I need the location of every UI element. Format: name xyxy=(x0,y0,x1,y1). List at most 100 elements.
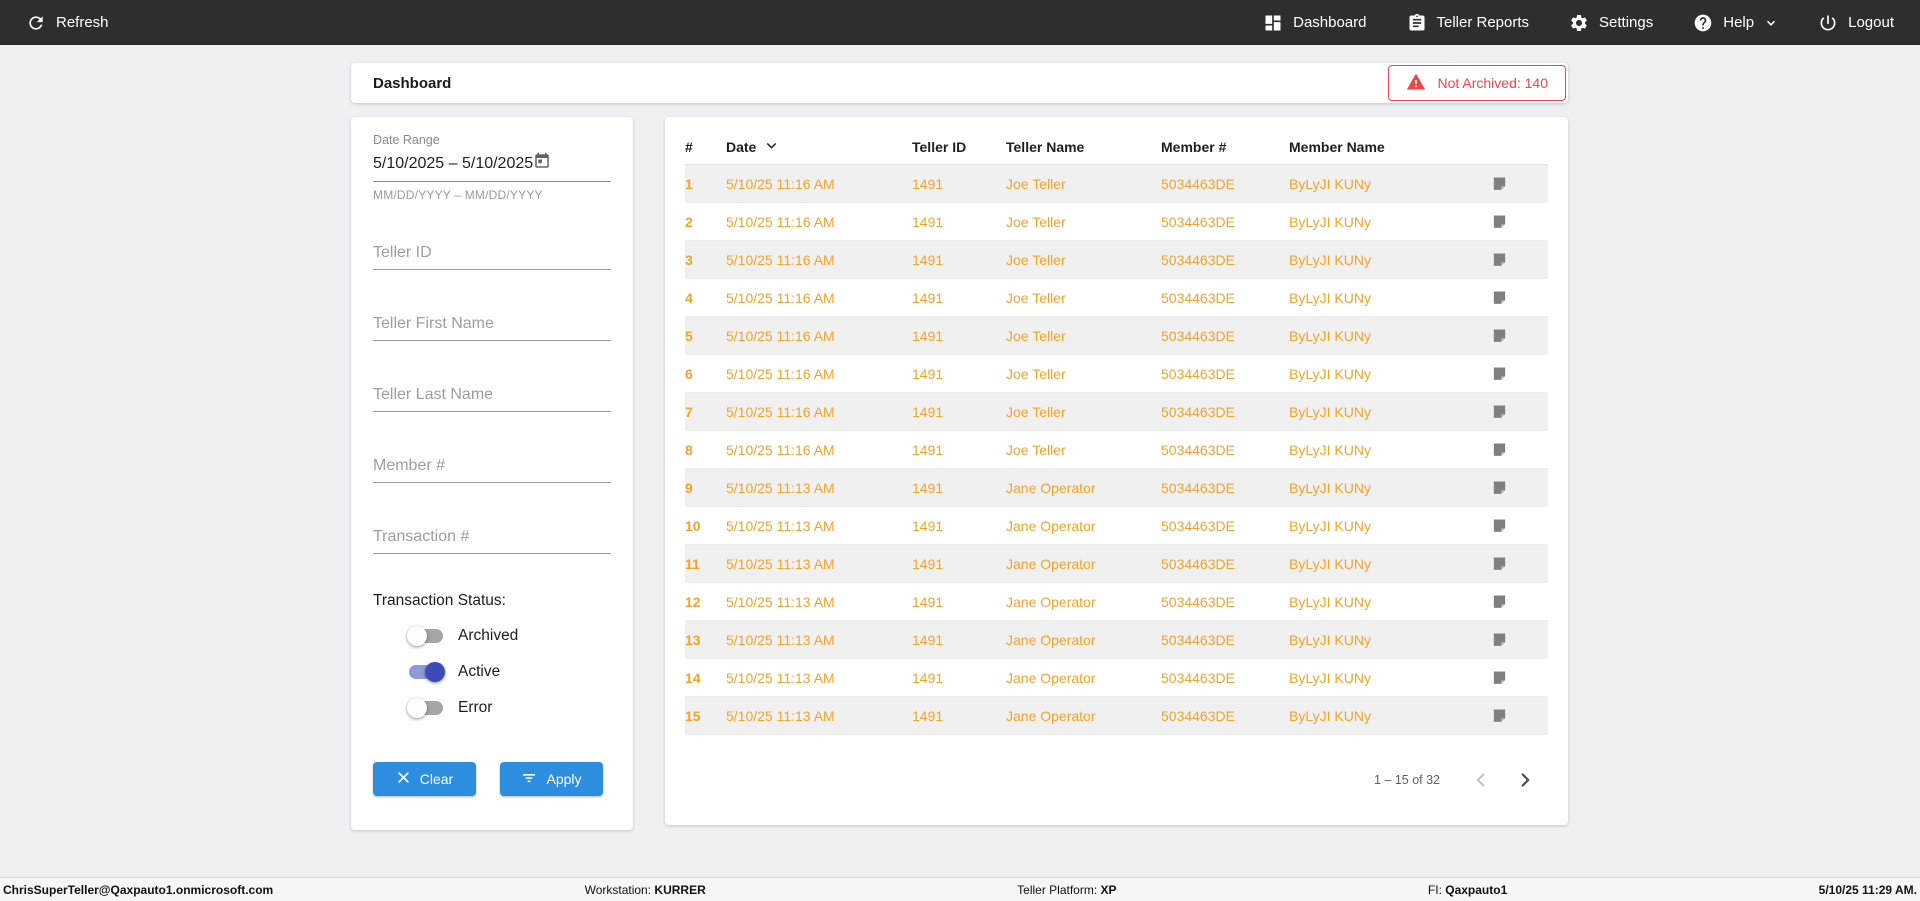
member-number-input[interactable] xyxy=(373,453,611,483)
note-icon[interactable] xyxy=(1489,479,1548,496)
teller-id-input[interactable] xyxy=(373,240,611,270)
table-row[interactable]: 6 5/10/25 11:16 AM 1491 Joe Teller 50344… xyxy=(685,355,1548,393)
note-icon[interactable] xyxy=(1489,251,1548,268)
top-nav: Refresh Dashboard Teller Reports Setting… xyxy=(0,0,1920,45)
note-icon[interactable] xyxy=(1489,289,1548,306)
table-row[interactable]: 2 5/10/25 11:16 AM 1491 Joe Teller 50344… xyxy=(685,203,1548,241)
cell-member-name: ByLyJI KUNy xyxy=(1289,175,1371,192)
nav-logout[interactable]: Logout xyxy=(1818,13,1894,33)
table-row[interactable]: 15 5/10/25 11:13 AM 1491 Jane Operator 5… xyxy=(685,697,1548,735)
nav-dashboard[interactable]: Dashboard xyxy=(1263,13,1367,33)
cell-row-number: 1 xyxy=(685,175,693,192)
note-icon[interactable] xyxy=(1489,327,1548,344)
nav-dashboard-label: Dashboard xyxy=(1293,14,1367,31)
cell-member-number: 5034463DE xyxy=(1161,213,1235,230)
page-title: Dashboard xyxy=(373,74,452,92)
footer-user: ChrisSuperTeller@Qaxpauto1.onmicrosoft.c… xyxy=(3,882,274,897)
clipboard-icon xyxy=(1407,13,1427,33)
cell-date: 5/10/25 11:16 AM xyxy=(726,403,835,420)
note-icon[interactable] xyxy=(1489,593,1548,610)
date-range-field[interactable]: 5/10/2025 – 5/10/2025 xyxy=(373,152,611,182)
page-header-card: Dashboard Not Archived: 140 xyxy=(351,63,1568,103)
note-icon[interactable] xyxy=(1489,441,1548,458)
toggle-archived[interactable]: Archived xyxy=(407,626,611,646)
cell-teller-id: 1491 xyxy=(912,631,944,648)
error-toggle-switch[interactable] xyxy=(407,698,443,718)
table-row[interactable]: 14 5/10/25 11:13 AM 1491 Jane Operator 5… xyxy=(685,659,1548,697)
teller-last-name-input[interactable] xyxy=(373,382,611,412)
toggle-error[interactable]: Error xyxy=(407,698,611,718)
note-icon[interactable] xyxy=(1489,669,1548,686)
archived-toggle-switch[interactable] xyxy=(407,626,443,646)
cell-row-number: 15 xyxy=(685,707,701,724)
cell-member-name: ByLyJI KUNy xyxy=(1289,251,1371,268)
transaction-status-label: Transaction Status: xyxy=(373,592,506,609)
note-icon[interactable] xyxy=(1489,403,1548,420)
nav-logout-label: Logout xyxy=(1848,14,1894,31)
table-row[interactable]: 4 5/10/25 11:16 AM 1491 Joe Teller 50344… xyxy=(685,279,1548,317)
date-range-value: 5/10/2025 – 5/10/2025 xyxy=(373,154,534,172)
cell-teller-name: Joe Teller xyxy=(1006,175,1066,192)
column-header-member-number[interactable]: Member # xyxy=(1161,139,1289,155)
table-row[interactable]: 5 5/10/25 11:16 AM 1491 Joe Teller 50344… xyxy=(685,317,1548,355)
nav-teller-reports[interactable]: Teller Reports xyxy=(1407,13,1529,33)
note-icon[interactable] xyxy=(1489,555,1548,572)
refresh-button[interactable]: Refresh xyxy=(26,13,109,33)
note-icon[interactable] xyxy=(1489,707,1548,724)
clear-x-icon xyxy=(396,770,411,788)
calendar-icon[interactable] xyxy=(533,152,551,175)
note-icon[interactable] xyxy=(1489,175,1548,192)
table-row[interactable]: 11 5/10/25 11:13 AM 1491 Jane Operator 5… xyxy=(685,545,1548,583)
pagination-prev-button[interactable] xyxy=(1470,769,1492,791)
column-header-date[interactable]: Date xyxy=(726,138,912,156)
table-row[interactable]: 13 5/10/25 11:13 AM 1491 Jane Operator 5… xyxy=(685,621,1548,659)
note-icon[interactable] xyxy=(1489,213,1548,230)
table-row[interactable]: 3 5/10/25 11:16 AM 1491 Joe Teller 50344… xyxy=(685,241,1548,279)
cell-date: 5/10/25 11:16 AM xyxy=(726,365,835,382)
cell-member-number: 5034463DE xyxy=(1161,593,1235,610)
table-row[interactable]: 10 5/10/25 11:13 AM 1491 Jane Operator 5… xyxy=(685,507,1548,545)
column-header-teller-name[interactable]: Teller Name xyxy=(1006,139,1161,155)
table-row[interactable]: 7 5/10/25 11:16 AM 1491 Joe Teller 50344… xyxy=(685,393,1548,431)
cell-member-name: ByLyJI KUNy xyxy=(1289,593,1371,610)
column-header-teller-id[interactable]: Teller ID xyxy=(912,139,1006,155)
column-header-member-name[interactable]: Member Name xyxy=(1289,139,1489,155)
note-icon[interactable] xyxy=(1489,631,1548,648)
table-row[interactable]: 8 5/10/25 11:16 AM 1491 Joe Teller 50344… xyxy=(685,431,1548,469)
nav-settings[interactable]: Settings xyxy=(1569,13,1653,33)
cell-member-number: 5034463DE xyxy=(1161,479,1235,496)
active-toggle-switch[interactable] xyxy=(409,662,445,682)
cell-member-name: ByLyJI KUNy xyxy=(1289,669,1371,686)
cell-member-number: 5034463DE xyxy=(1161,365,1235,382)
gear-icon xyxy=(1569,13,1589,33)
cell-member-name: ByLyJI KUNy xyxy=(1289,479,1371,496)
not-archived-label: Not Archived: 140 xyxy=(1437,75,1548,91)
cell-teller-id: 1491 xyxy=(912,289,944,306)
transaction-number-input[interactable] xyxy=(373,524,611,554)
cell-teller-name: Joe Teller xyxy=(1006,327,1066,344)
clear-button[interactable]: Clear xyxy=(373,762,476,796)
filter-panel: Date Range 5/10/2025 – 5/10/2025 MM/DD/Y… xyxy=(351,117,633,830)
pagination-next-button[interactable] xyxy=(1514,769,1536,791)
table-row[interactable]: 12 5/10/25 11:13 AM 1491 Jane Operator 5… xyxy=(685,583,1548,621)
not-archived-badge[interactable]: Not Archived: 140 xyxy=(1388,65,1566,101)
nav-help[interactable]: Help xyxy=(1693,13,1778,33)
toggle-active[interactable]: Active xyxy=(409,662,611,682)
table-row[interactable]: 9 5/10/25 11:13 AM 1491 Jane Operator 50… xyxy=(685,469,1548,507)
note-icon[interactable] xyxy=(1489,365,1548,382)
dashboard-icon xyxy=(1263,13,1283,33)
column-header-number[interactable]: # xyxy=(685,139,726,155)
table-row[interactable]: 1 5/10/25 11:16 AM 1491 Joe Teller 50344… xyxy=(685,165,1548,203)
cell-teller-id: 1491 xyxy=(912,669,944,686)
footer-datetime: 5/10/25 11:29 AM. xyxy=(1818,882,1917,897)
cell-member-number: 5034463DE xyxy=(1161,631,1235,648)
teller-first-name-input[interactable] xyxy=(373,311,611,341)
note-icon[interactable] xyxy=(1489,517,1548,534)
cell-teller-id: 1491 xyxy=(912,403,944,420)
archived-toggle-label: Archived xyxy=(458,627,519,644)
cell-teller-name: Jane Operator xyxy=(1006,593,1096,610)
cell-member-number: 5034463DE xyxy=(1161,669,1235,686)
help-icon xyxy=(1693,13,1713,33)
apply-button[interactable]: Apply xyxy=(500,762,603,796)
cell-teller-name: Joe Teller xyxy=(1006,251,1066,268)
